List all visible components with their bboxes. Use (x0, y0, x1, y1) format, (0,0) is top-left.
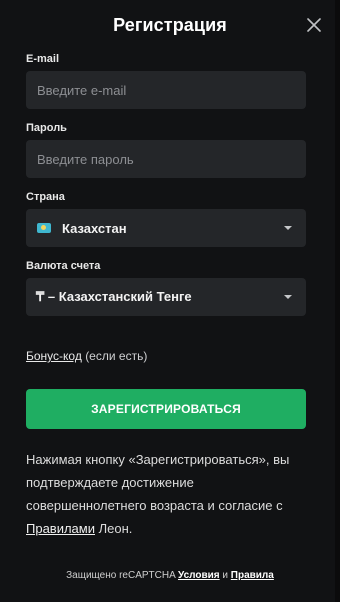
recaptcha-privacy-link[interactable]: Правила (231, 570, 274, 581)
password-input[interactable] (26, 140, 306, 178)
currency-label: Валюта счета (26, 260, 101, 272)
recaptcha-notice: Защищено reCAPTCHA Условия и Правила (0, 570, 340, 581)
close-button[interactable] (302, 13, 326, 37)
email-input[interactable] (26, 71, 306, 109)
terms-line-1: Нажимая кнопку «Зарегистрироваться», вы (26, 452, 290, 467)
bonus-code-note: (если есть) (85, 349, 148, 363)
registration-modal: Регистрация E-mail Пароль Страна Казахст… (0, 0, 340, 602)
register-button-wrap: ЗАРЕГИСТРИРОВАТЬСЯ (26, 389, 306, 429)
rules-link[interactable]: Правилами (26, 521, 95, 536)
email-label: E-mail (26, 53, 60, 65)
country-select[interactable]: Казахстан (26, 209, 306, 247)
bonus-code-row: Бонус-код (если есть) (26, 349, 306, 363)
chevron-down-icon (284, 295, 292, 299)
close-icon (307, 18, 321, 32)
country-label: Страна (26, 191, 65, 203)
terms-line-2: подтверждаете достижение (26, 475, 194, 490)
recaptcha-terms-link[interactable]: Условия (178, 570, 220, 581)
scrollbar-track (335, 0, 340, 602)
bonus-code-link[interactable]: Бонус-код (26, 349, 82, 363)
email-group: E-mail (26, 53, 306, 109)
password-group: Пароль (26, 122, 306, 178)
country-group: Страна Казахстан (26, 191, 306, 247)
kazakhstan-flag-icon (37, 223, 51, 233)
country-value: Казахстан (62, 220, 127, 236)
terms-suffix: Леон. (95, 521, 133, 536)
modal-header: Регистрация (0, 0, 340, 50)
terms-text: Нажимая кнопку «Зарегистрироваться», вы … (26, 448, 306, 540)
chevron-down-icon (284, 226, 292, 230)
recaptcha-prefix: Защищено reCAPTCHA (66, 570, 178, 581)
currency-select[interactable]: ₸ – Казахстанский Тенге (26, 278, 306, 316)
currency-group: Валюта счета ₸ – Казахстанский Тенге (26, 260, 306, 316)
recaptcha-joiner: и (219, 570, 231, 581)
modal-title: Регистрация (113, 14, 227, 35)
password-label: Пароль (26, 122, 67, 134)
terms-line-3: совершеннолетнего возраста и согласие с (26, 498, 283, 513)
currency-value: ₸ – Казахстанский Тенге (36, 289, 192, 304)
register-button[interactable]: ЗАРЕГИСТРИРОВАТЬСЯ (26, 389, 306, 429)
